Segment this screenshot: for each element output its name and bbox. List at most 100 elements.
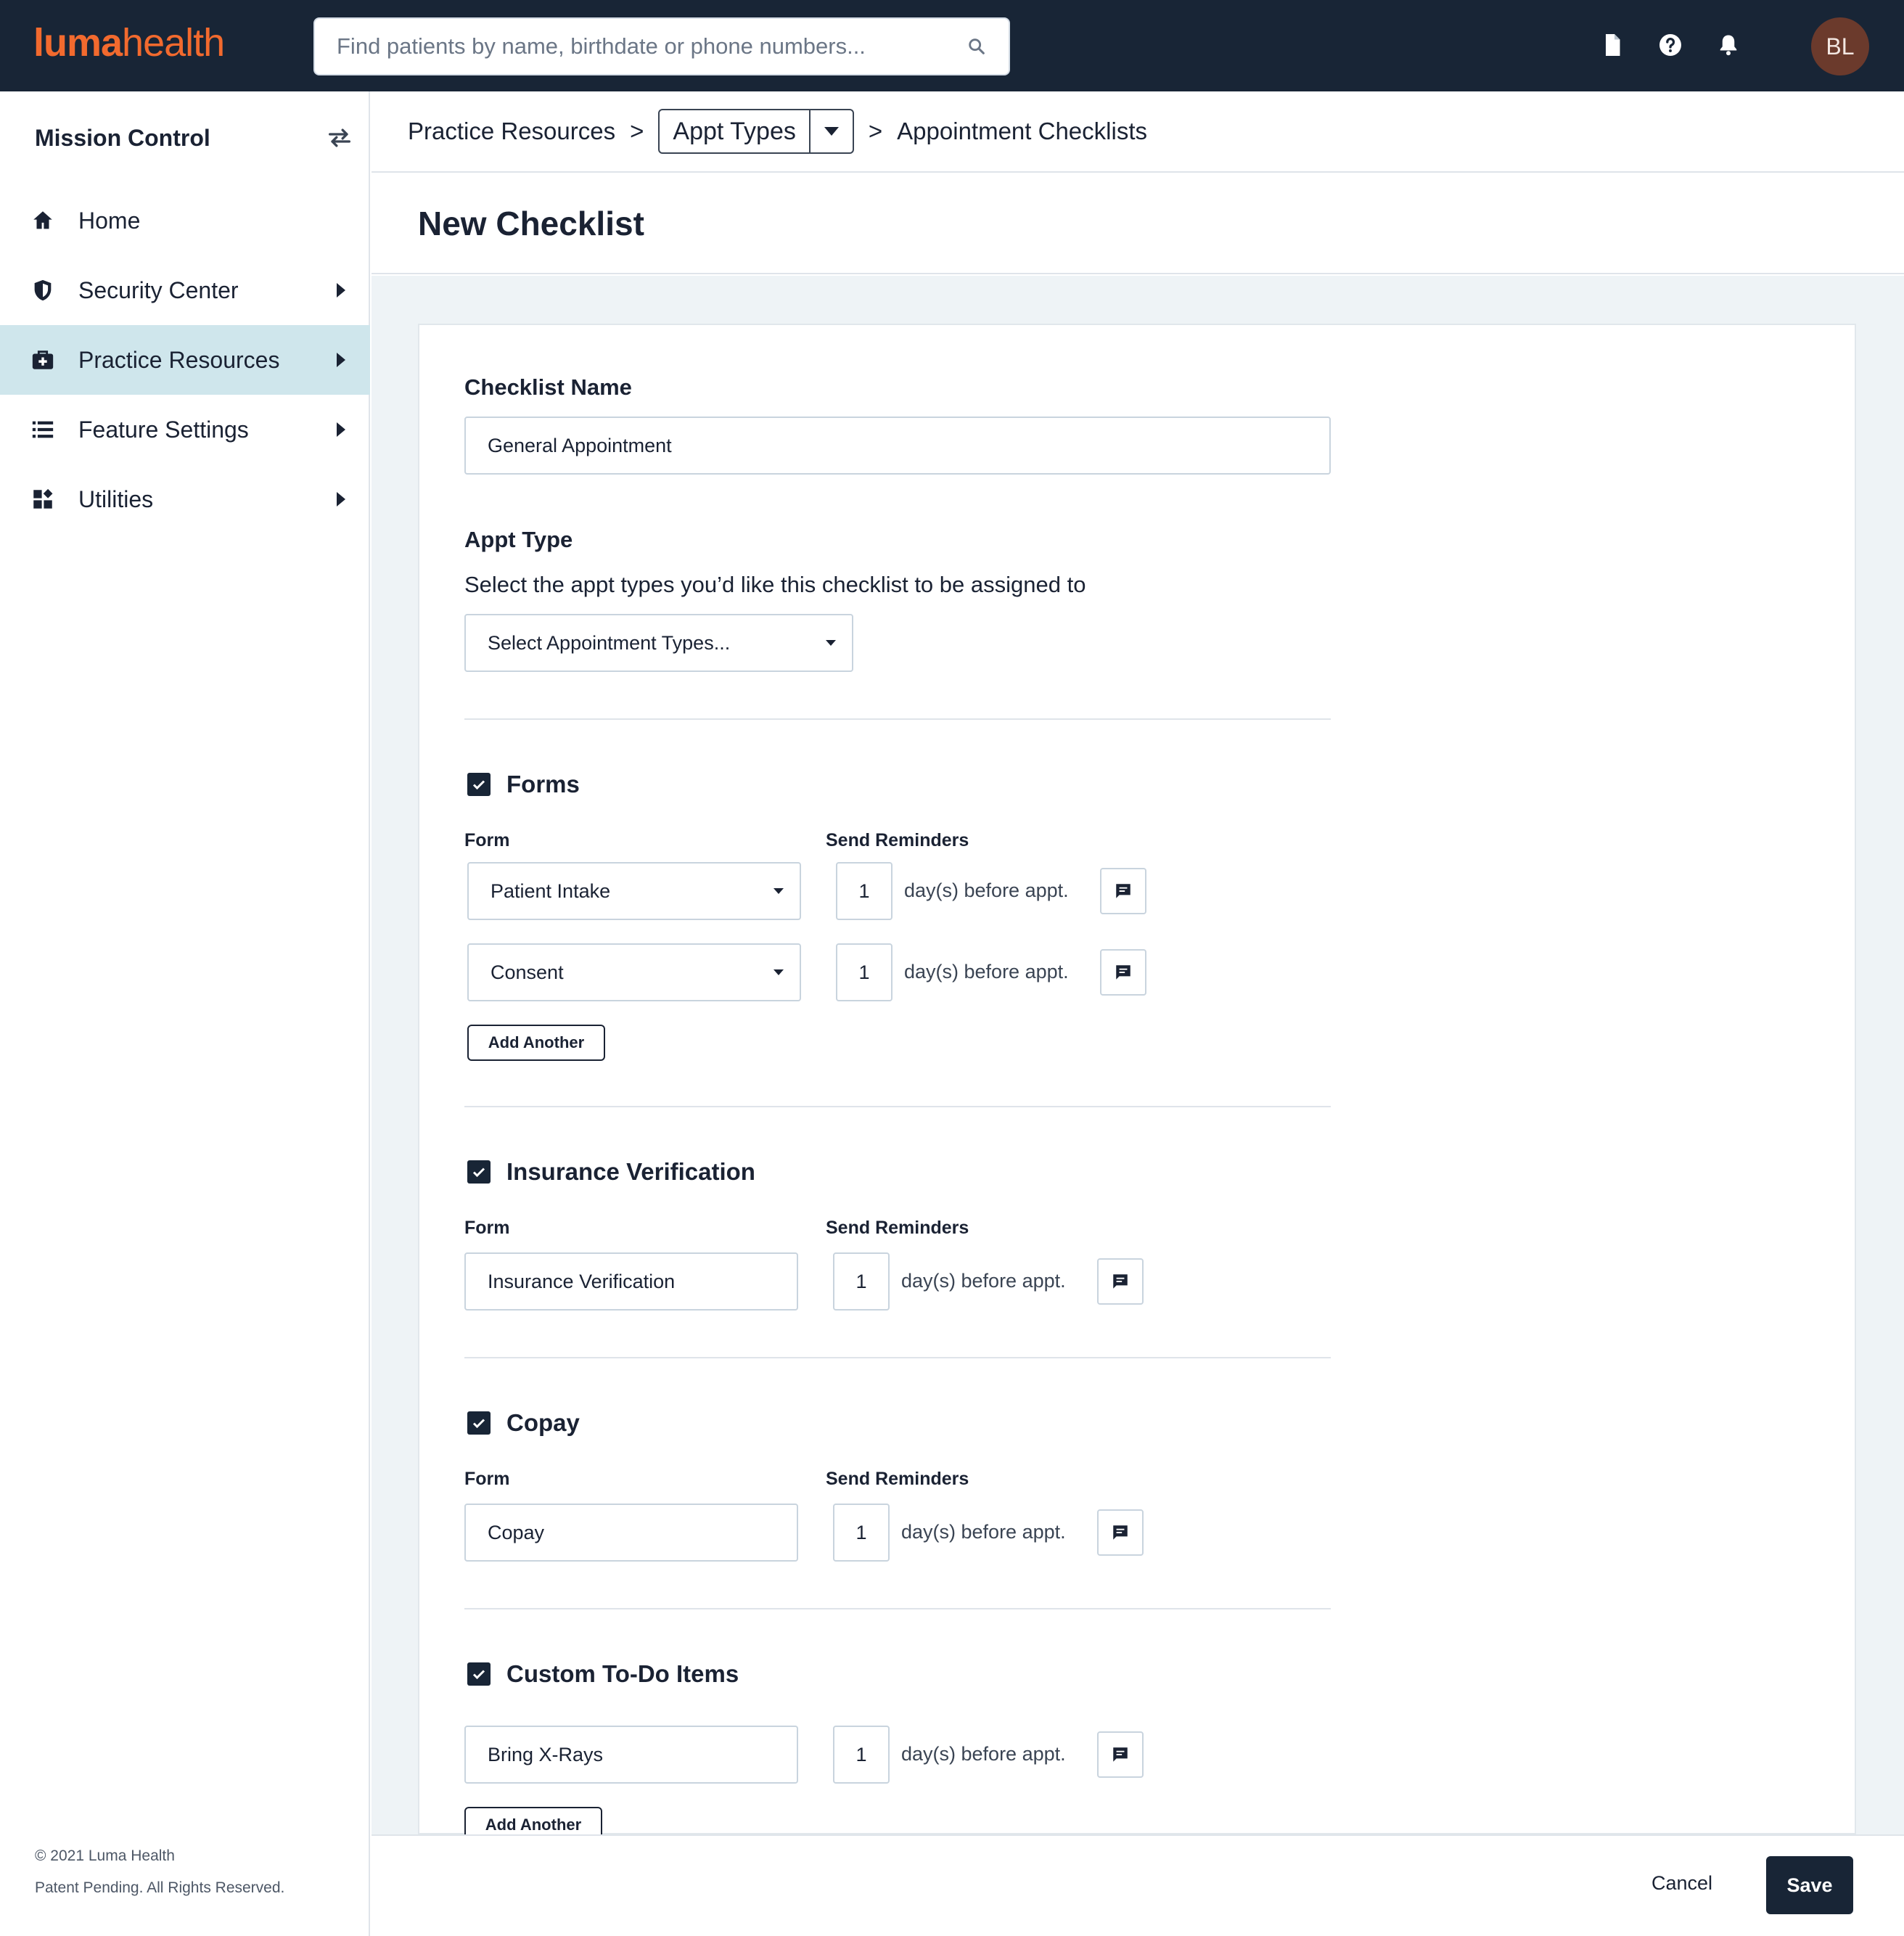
cancel-button[interactable]: Cancel: [1651, 1872, 1712, 1895]
sidebar-title: Mission Control: [35, 124, 210, 151]
checkmark-icon: [472, 780, 485, 790]
top-navigation-bar: lumahealth BL: [0, 0, 1904, 91]
checkmark-icon: [472, 1670, 485, 1680]
custom-todo-section-title: Custom To-Do Items: [506, 1660, 739, 1687]
caret-right-icon: [337, 422, 345, 437]
page-title: New Checklist: [418, 205, 644, 242]
checklist-name-input[interactable]: General Appointment: [464, 417, 1331, 475]
message-icon: [1116, 965, 1130, 980]
breadcrumb-practice-resources[interactable]: Practice Resources: [408, 118, 615, 145]
reminder-message-button[interactable]: [1100, 868, 1146, 914]
days-before-label: day(s) before appt.: [904, 961, 1069, 983]
custom-todo-section-toggle[interactable]: Custom To-Do Items: [467, 1660, 739, 1688]
breadcrumb-appt-types[interactable]: Appt Types: [660, 110, 809, 152]
footer-rights: Patent Pending. All Rights Reserved.: [35, 1879, 285, 1896]
sidebar-item-label: Home: [78, 207, 141, 234]
sidebar-item-utilities[interactable]: Utilities: [0, 464, 370, 534]
reminder-days-input[interactable]: 1: [836, 943, 892, 1001]
checkmark-icon: [472, 1419, 485, 1429]
section-divider: [464, 718, 1331, 720]
reminder-message-button[interactable]: [1097, 1509, 1144, 1556]
breadcrumb-dropdown-button[interactable]: [808, 110, 853, 152]
footer-copyright: © 2021 Luma Health: [35, 1847, 175, 1864]
section-divider: [464, 1106, 1331, 1107]
reminder-days-input[interactable]: 1: [833, 1252, 890, 1311]
logo-text-health: health: [122, 21, 225, 65]
sidebar-item-label: Feature Settings: [78, 416, 249, 443]
breadcrumb: Practice Resources > Appt Types > Appoin…: [372, 91, 1904, 173]
checkmark-icon: [472, 1168, 485, 1178]
patient-search-box: [313, 17, 1010, 75]
appt-type-description: Select the appt types you’d like this ch…: [464, 572, 1086, 597]
notification-bell-icon[interactable]: [1715, 32, 1741, 58]
custom-todo-checkbox[interactable]: [467, 1662, 491, 1686]
shield-icon: [34, 279, 52, 301]
send-reminders-label: Send Reminders: [826, 1218, 969, 1238]
home-icon: [33, 211, 52, 229]
message-icon: [1113, 1274, 1128, 1289]
list-icon: [32, 421, 54, 438]
insurance-form-field[interactable]: Insurance Verification: [464, 1252, 798, 1311]
days-before-label: day(s) before appt.: [901, 1521, 1066, 1543]
message-icon: [1113, 1747, 1128, 1762]
sidebar-item-label: Practice Resources: [78, 346, 280, 373]
sidebar-item-security-center[interactable]: Security Center: [0, 255, 370, 325]
form-select-value: Consent: [491, 961, 564, 983]
form-select-value: Patient Intake: [491, 879, 611, 902]
caret-right-icon: [337, 283, 345, 298]
insurance-section-title: Insurance Verification: [506, 1158, 755, 1185]
form-select-consent[interactable]: Consent: [467, 943, 801, 1001]
user-avatar[interactable]: BL: [1811, 17, 1869, 75]
form-column-label: Form: [464, 1218, 510, 1238]
chevron-down-icon: [824, 127, 839, 136]
checklist-name-label: Checklist Name: [464, 374, 632, 400]
form-column-label: Form: [464, 830, 510, 850]
custom-todo-input[interactable]: Bring X-Rays: [464, 1726, 798, 1784]
dropdown-arrow-icon: [774, 969, 784, 975]
sidebar-header: Mission Control: [35, 123, 354, 152]
sidebar-item-feature-settings[interactable]: Feature Settings: [0, 395, 370, 464]
insurance-checkbox[interactable]: [467, 1160, 491, 1184]
reminder-days-input[interactable]: 1: [833, 1504, 890, 1562]
document-icon[interactable]: [1599, 32, 1625, 58]
help-icon[interactable]: [1657, 32, 1683, 58]
patient-search-input[interactable]: [337, 33, 967, 60]
send-reminders-label: Send Reminders: [826, 1469, 969, 1489]
reminder-message-button[interactable]: [1097, 1258, 1144, 1305]
sidebar-item-practice-resources[interactable]: Practice Resources: [0, 325, 370, 395]
form-select-patient-intake[interactable]: Patient Intake: [467, 862, 801, 920]
copay-section-title: Copay: [506, 1409, 580, 1436]
sidebar-item-home[interactable]: Home: [0, 186, 370, 255]
section-divider: [464, 1608, 1331, 1609]
reminder-message-button[interactable]: [1097, 1731, 1144, 1778]
message-icon: [1113, 1525, 1128, 1540]
forms-section-toggle[interactable]: Forms: [467, 771, 580, 798]
search-icon[interactable]: [967, 36, 987, 57]
reminder-days-input[interactable]: 1: [836, 862, 892, 920]
breadcrumb-separator: >: [630, 118, 644, 144]
copay-form-field[interactable]: Copay: [464, 1504, 798, 1562]
insurance-section-toggle[interactable]: Insurance Verification: [467, 1158, 755, 1186]
caret-right-icon: [337, 353, 345, 367]
sidebar-item-label: Utilities: [78, 485, 154, 512]
swap-arrows-icon[interactable]: [325, 123, 354, 152]
message-icon: [1116, 884, 1130, 898]
forms-add-another-button[interactable]: Add Another: [467, 1025, 605, 1061]
days-before-label: day(s) before appt.: [901, 1743, 1066, 1765]
reminder-days-input[interactable]: 1: [833, 1726, 890, 1784]
days-before-label: day(s) before appt.: [904, 879, 1069, 901]
breadcrumb-separator: >: [868, 118, 883, 144]
sidebar-item-label: Security Center: [78, 276, 239, 303]
luma-health-logo[interactable]: luma health: [33, 20, 225, 67]
forms-checkbox[interactable]: [467, 773, 491, 796]
widgets-icon: [33, 488, 53, 509]
appt-type-select[interactable]: Select Appointment Types...: [464, 614, 853, 672]
save-button[interactable]: Save: [1766, 1856, 1853, 1914]
reminder-message-button[interactable]: [1100, 949, 1146, 996]
copay-checkbox[interactable]: [467, 1411, 491, 1435]
caret-right-icon: [337, 492, 345, 506]
forms-section-title: Forms: [506, 771, 580, 797]
copay-section-toggle[interactable]: Copay: [467, 1409, 580, 1437]
logo-text-luma: luma: [33, 21, 123, 65]
section-divider: [464, 1357, 1331, 1358]
